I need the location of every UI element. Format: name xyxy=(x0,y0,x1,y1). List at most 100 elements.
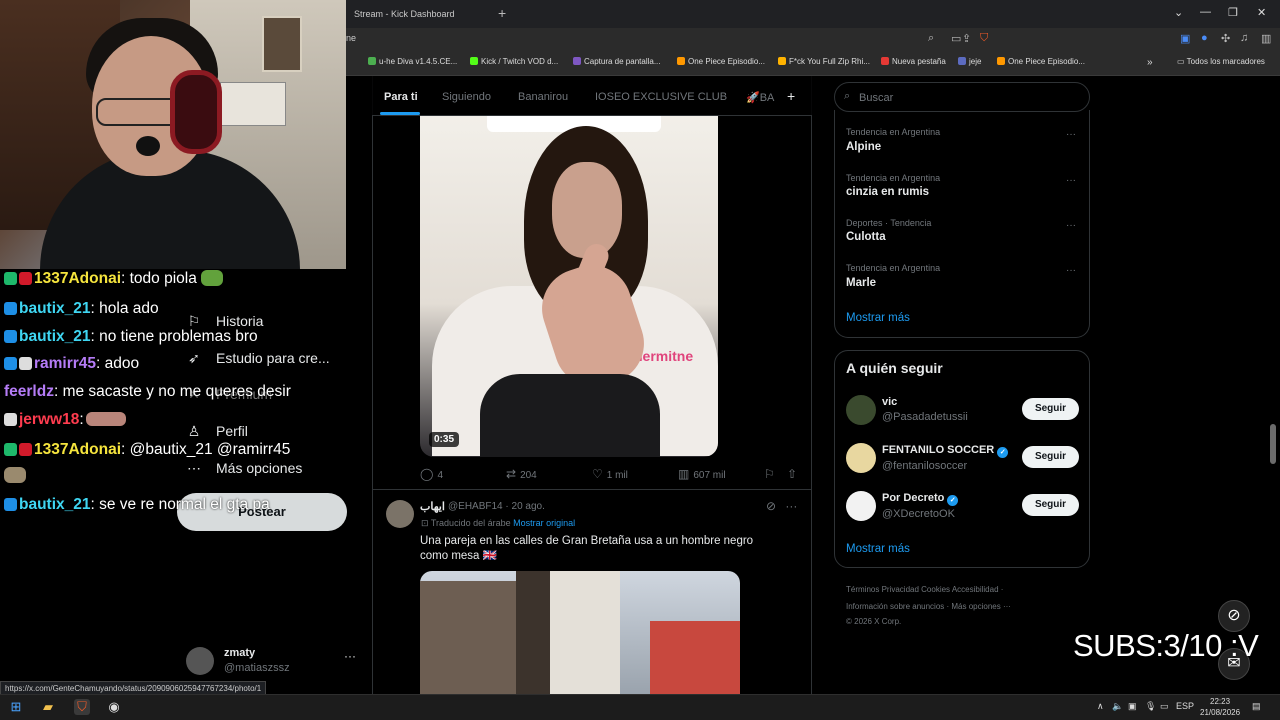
tab-bananirou[interactable]: Bananirou xyxy=(518,91,568,103)
follow-button[interactable]: Seguir xyxy=(1022,398,1079,420)
chat-message: 1337Adonai: @bautix_21 @ramirr45 xyxy=(4,441,290,459)
more-icon[interactable]: ··· xyxy=(1066,129,1076,140)
more-icon[interactable]: ··· xyxy=(1066,220,1076,231)
browser-tab[interactable]: Stream - Kick Dashboard xyxy=(346,0,490,28)
tab-ioseo-exclusive-club[interactable]: IOSEO EXCLUSIVE CLUB xyxy=(595,91,727,103)
translate-icon[interactable]: ▣ xyxy=(1180,32,1190,45)
tab-ba[interactable]: 🚀BA xyxy=(746,91,774,104)
add-tab-icon[interactable]: + xyxy=(787,88,795,104)
sidebar-icon[interactable]: ▥ xyxy=(1261,32,1271,45)
chat-message: bautix_21: hola ado xyxy=(4,300,159,318)
maximize-button[interactable]: ❐ xyxy=(1228,6,1238,19)
more-icon[interactable]: ··· xyxy=(1066,265,1076,276)
follow-name[interactable]: Por Decreto ✓ xyxy=(882,492,959,506)
page-scrollbar[interactable] xyxy=(1270,424,1276,464)
network-icon[interactable]: ▭ xyxy=(1160,701,1169,712)
language-indicator[interactable]: ESP xyxy=(1176,701,1194,711)
like-button[interactable]: ♡ 1 mil xyxy=(592,467,628,481)
post-author-name[interactable]: ايهاب xyxy=(420,500,445,513)
microphone-icon[interactable]: 🎙 xyxy=(1145,701,1156,712)
account-switcher[interactable]: zmaty @matiaszssz ··· xyxy=(186,645,356,679)
bookmark-icon: ⚐ xyxy=(764,467,775,481)
reply-button[interactable]: ◯ 4 xyxy=(420,467,443,481)
extension-icon[interactable]: ● xyxy=(1201,32,1208,44)
bookmark-favicon-icon xyxy=(470,57,478,65)
clock-date: 21/08/2026 xyxy=(1200,708,1241,717)
trend-meta: Tendencia en Argentina xyxy=(846,127,941,137)
minimize-button[interactable]: — xyxy=(1200,6,1211,18)
media-icon[interactable]: ♫ xyxy=(1240,32,1248,44)
chat-message: ramirr45: adoo xyxy=(4,355,139,373)
follow-handle: @Pasadadetussii xyxy=(882,411,968,423)
bookmark-item[interactable]: Kick / Twitch VOD d... xyxy=(470,57,558,66)
heart-icon: ♡ xyxy=(592,467,603,481)
emote-icon xyxy=(85,412,126,426)
repost-button[interactable]: ⇄ 204 xyxy=(506,467,537,481)
bookmarks-overflow-icon[interactable]: » xyxy=(1147,57,1153,68)
bookmark-item[interactable]: Nueva pestaña xyxy=(881,57,946,66)
file-explorer-icon[interactable]: ▰ xyxy=(40,699,56,715)
footer-links[interactable]: Términos Privacidad Cookies Accesibilida… xyxy=(846,585,1003,594)
obs-icon[interactable]: ◉ xyxy=(106,699,122,715)
badge-icon xyxy=(4,357,17,370)
views-button[interactable]: ▥ 607 mil xyxy=(678,467,726,481)
follow-name[interactable]: vic xyxy=(882,396,897,408)
speaker-icon[interactable]: 🔈 xyxy=(1112,701,1123,712)
notifications-icon[interactable]: ▤ xyxy=(1252,701,1261,712)
brave-shield-icon[interactable]: ⛉ xyxy=(980,32,988,45)
post-author-meta: @EHABF14 · 20 ago. xyxy=(448,501,545,512)
address-bar[interactable] xyxy=(346,28,1280,52)
grok-icon[interactable]: ⊘ ··· xyxy=(766,499,797,513)
avatar[interactable] xyxy=(386,500,414,528)
zoom-icon[interactable]: ⌕ xyxy=(928,32,934,45)
new-tab-button[interactable]: + xyxy=(498,5,506,21)
trend-name[interactable]: cinzia en rumis xyxy=(846,186,929,198)
show-more-follow-link[interactable]: Mostrar más xyxy=(846,543,910,555)
bookmark-item[interactable]: jeje xyxy=(958,57,981,66)
post-image[interactable] xyxy=(420,571,740,694)
show-more-trends-link[interactable]: Mostrar más xyxy=(846,312,910,324)
follow-button[interactable]: Seguir xyxy=(1022,494,1079,516)
trend-name[interactable]: Culotta xyxy=(846,231,886,243)
badge-icon xyxy=(4,413,17,426)
windows-start-icon[interactable]: ⊞ xyxy=(8,699,24,715)
bookmark-favicon-icon xyxy=(778,57,786,65)
avatar[interactable] xyxy=(846,491,876,521)
bookmark-item[interactable]: One Piece Episodio... xyxy=(997,57,1085,66)
tab-para-ti[interactable]: Para ti xyxy=(384,91,418,103)
more-icon[interactable]: ··· xyxy=(785,499,797,513)
bookmark-item[interactable]: One Piece Episodio... xyxy=(677,57,765,66)
follow-name[interactable]: FENTANILO SOCCER ✓ xyxy=(882,444,1009,458)
cast-icon[interactable]: ▭ xyxy=(951,32,961,45)
trend-name[interactable]: Alpine xyxy=(846,141,881,153)
taskbar-clock[interactable]: 22:23 21/08/2026 xyxy=(1200,696,1240,718)
avatar[interactable] xyxy=(846,395,876,425)
avatar[interactable] xyxy=(846,443,876,473)
all-bookmarks[interactable]: ▭ Todos los marcadores xyxy=(1177,57,1265,66)
chart-icon: ▥ xyxy=(678,467,690,481)
bookmark-item[interactable]: u-he Diva v1.4.5.CE... xyxy=(368,57,457,66)
bookmark-item[interactable]: Captura de pantalla... xyxy=(573,57,661,66)
chat-message: feerldz: me sacaste y no me queres desir xyxy=(4,383,291,400)
post-video[interactable]: hermitne xyxy=(420,116,718,457)
footer-links[interactable]: Información sobre anuncios · Más opcione… xyxy=(846,602,1011,611)
share-button[interactable]: ⇧ xyxy=(787,467,801,481)
brave-browser-icon[interactable]: ⛉ xyxy=(74,699,90,715)
subs-counter: SUBS:3/10 :V xyxy=(1073,628,1259,663)
puzzle-icon[interactable]: ✣ xyxy=(1221,32,1230,45)
bookmark-item[interactable]: F*ck You Full Zip Rhi... xyxy=(778,57,870,66)
show-original-link[interactable]: Mostrar original xyxy=(513,518,575,528)
bookmark-button[interactable]: ⚐ xyxy=(764,467,779,481)
more-icon[interactable]: ··· xyxy=(1066,175,1076,186)
webcam-feed xyxy=(0,0,346,269)
follow-handle: @fentanilosoccer xyxy=(882,460,968,472)
tab-search-icon[interactable]: ⌄ xyxy=(1174,6,1183,19)
tray-chevron-icon[interactable]: ∧ xyxy=(1097,701,1104,712)
tray-app-icon[interactable]: ▣ xyxy=(1128,701,1137,712)
follow-button[interactable]: Seguir xyxy=(1022,446,1079,468)
tab-siguiendo[interactable]: Siguiendo xyxy=(442,91,491,103)
share-icon[interactable]: ⇪ xyxy=(962,32,971,45)
close-window-button[interactable]: ✕ xyxy=(1257,6,1266,19)
trend-name[interactable]: Marle xyxy=(846,277,876,289)
rocket-icon: 🚀 xyxy=(746,92,760,104)
